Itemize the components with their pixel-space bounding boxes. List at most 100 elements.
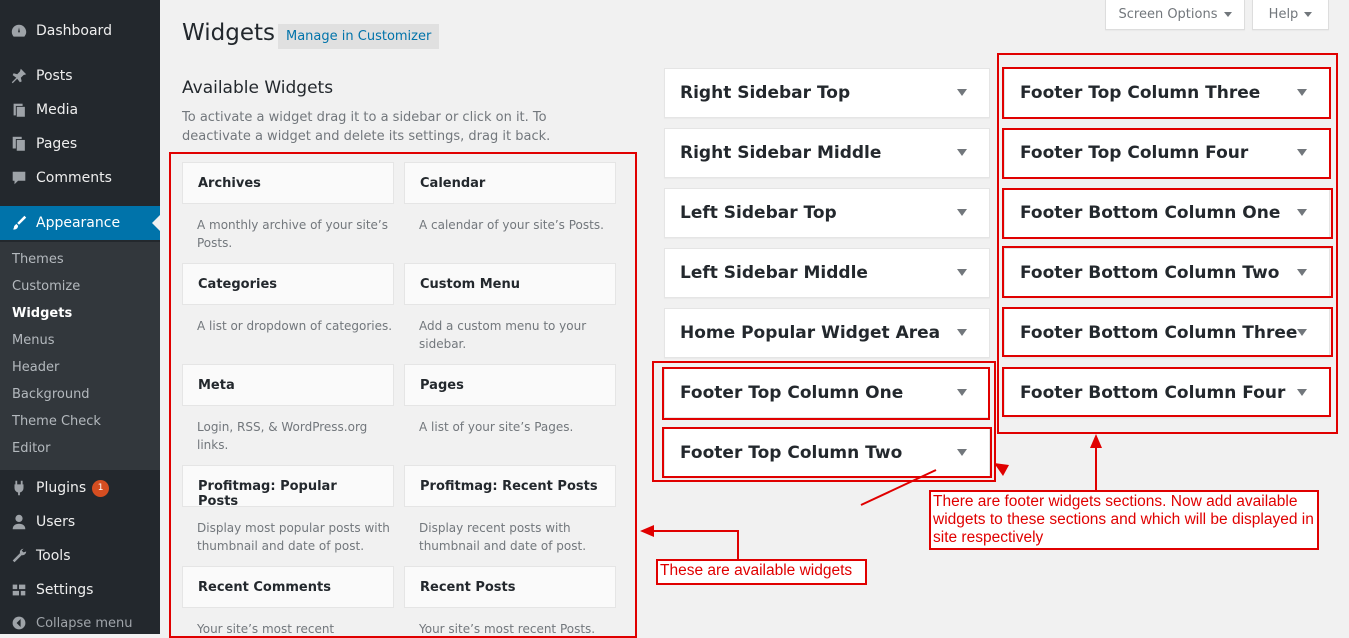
widget-archives[interactable]: Archives (182, 162, 394, 204)
area-title: Footer Top Column Two (680, 443, 903, 463)
area-title: Footer Bottom Column Four (1020, 383, 1286, 403)
area-footer-bottom-column-two[interactable]: Footer Bottom Column Two (1004, 248, 1330, 298)
chevron-down-icon[interactable] (957, 149, 967, 156)
menu-comments[interactable]: Comments (0, 161, 160, 195)
dashboard-icon (9, 21, 29, 41)
appearance-submenu: Themes Customize Widgets Menus Header Ba… (0, 242, 160, 470)
widget-recent-posts-desc: Your site’s most recent Posts. (419, 622, 596, 636)
chevron-down-icon[interactable] (957, 269, 967, 276)
area-home-popular[interactable]: Home Popular Widget Area (664, 308, 990, 358)
area-left-sidebar-top[interactable]: Left Sidebar Top (664, 188, 990, 238)
area-footer-bottom-column-one[interactable]: Footer Bottom Column One (1004, 188, 1330, 238)
area-title: Footer Top Column Four (1020, 143, 1249, 163)
widget-pages[interactable]: Pages (404, 364, 616, 406)
comment-icon (9, 168, 29, 188)
area-footer-bottom-column-three[interactable]: Footer Bottom Column Three (1004, 308, 1330, 358)
menu-media-label: Media (36, 102, 79, 118)
menu-appearance[interactable]: Appearance (0, 206, 160, 240)
area-footer-top-column-three[interactable]: Footer Top Column Three (1004, 68, 1330, 118)
menu-media[interactable]: Media (0, 93, 160, 127)
area-title: Footer Bottom Column Three (1020, 323, 1298, 343)
area-title: Home Popular Widget Area (680, 323, 941, 343)
collapse-icon (9, 613, 29, 633)
area-footer-top-column-two[interactable]: Footer Top Column Two (664, 428, 990, 478)
chevron-down-icon[interactable] (1297, 269, 1307, 276)
submenu-customize[interactable]: Customize (12, 279, 80, 294)
menu-users[interactable]: Users (0, 505, 160, 539)
menu-plugins[interactable]: Plugins 1 (0, 471, 160, 505)
settings-icon (9, 580, 29, 600)
area-footer-bottom-column-four[interactable]: Footer Bottom Column Four (1004, 368, 1330, 418)
widget-pages-desc: A list of your site’s Pages. (419, 420, 574, 434)
menu-tools[interactable]: Tools (0, 539, 160, 573)
help-button[interactable]: Help (1252, 0, 1329, 30)
submenu-theme-check[interactable]: Theme Check (12, 414, 101, 429)
area-left-sidebar-middle[interactable]: Left Sidebar Middle (664, 248, 990, 298)
active-indicator (152, 215, 160, 231)
area-footer-top-column-one[interactable]: Footer Top Column One (664, 368, 990, 418)
chevron-down-icon[interactable] (957, 89, 967, 96)
menu-dashboard[interactable]: Dashboard (0, 14, 160, 48)
area-title: Footer Bottom Column One (1020, 203, 1281, 223)
area-title: Left Sidebar Top (680, 203, 837, 223)
widget-calendar-desc: A calendar of your site’s Posts. (419, 218, 604, 232)
area-footer-top-column-four[interactable]: Footer Top Column Four (1004, 128, 1330, 178)
chevron-down-icon[interactable] (957, 389, 967, 396)
area-title: Footer Top Column One (680, 383, 904, 403)
widget-recent-comments[interactable]: Recent Comments (182, 566, 394, 608)
widget-meta[interactable]: Meta (182, 364, 394, 406)
chevron-down-icon[interactable] (1297, 89, 1307, 96)
chevron-down-icon[interactable] (957, 449, 967, 456)
widget-categories[interactable]: Categories (182, 263, 394, 305)
widget-custom-menu-desc: Add a custom menu to your sidebar. (419, 319, 587, 351)
admin-sidebar: Dashboard Posts Media Pages Comments App… (0, 0, 160, 634)
menu-settings[interactable]: Settings (0, 573, 160, 607)
available-widgets-title: Available Widgets (182, 78, 334, 98)
area-right-sidebar-top[interactable]: Right Sidebar Top (664, 68, 990, 118)
menu-users-label: Users (36, 514, 76, 530)
collapse-menu[interactable]: Collapse menu (0, 610, 160, 636)
area-right-sidebar-middle[interactable]: Right Sidebar Middle (664, 128, 990, 178)
submenu-themes[interactable]: Themes (12, 252, 64, 267)
menu-settings-label: Settings (36, 582, 94, 598)
help-label: Help (1268, 7, 1299, 22)
user-icon (9, 512, 29, 532)
submenu-editor[interactable]: Editor (12, 441, 50, 456)
submenu-widgets[interactable]: Widgets (12, 306, 72, 321)
submenu-menus[interactable]: Menus (12, 333, 54, 348)
widget-recent-comments-desc: Your site’s most recent (197, 622, 335, 636)
submenu-background[interactable]: Background (12, 387, 90, 402)
widget-calendar[interactable]: Calendar (404, 162, 616, 204)
chevron-down-icon[interactable] (1297, 149, 1307, 156)
menu-posts-label: Posts (36, 68, 73, 84)
widget-recent-posts-profitmag[interactable]: Profitmag: Recent Posts (404, 465, 616, 507)
chevron-down-icon (1223, 12, 1232, 17)
submenu-header[interactable]: Header (12, 360, 59, 375)
area-title: Footer Bottom Column Two (1020, 263, 1280, 283)
widget-categories-desc: A list or dropdown of categories. (197, 319, 393, 333)
chevron-down-icon[interactable] (957, 209, 967, 216)
annotation-available-label: These are available widgets (656, 559, 867, 585)
menu-posts[interactable]: Posts (0, 59, 160, 93)
available-widgets-description: To activate a widget drag it to a sideba… (182, 110, 551, 144)
chevron-down-icon[interactable] (1297, 209, 1307, 216)
widget-archives-desc: A monthly archive of your site’s Posts. (197, 218, 388, 250)
manage-in-customizer-button[interactable]: Manage in Customizer (278, 24, 440, 49)
menu-pages[interactable]: Pages (0, 127, 160, 161)
pages-icon (9, 134, 29, 154)
screen-options-label: Screen Options (1118, 7, 1218, 22)
chevron-down-icon[interactable] (1297, 389, 1307, 396)
widget-popular-posts[interactable]: Profitmag: Popular Posts (182, 465, 394, 509)
screen-options-button[interactable]: Screen Options (1105, 0, 1245, 30)
widget-popular-posts-desc: Display most popular posts with thumbnai… (197, 521, 390, 553)
widget-custom-menu[interactable]: Custom Menu (404, 263, 616, 305)
paintbrush-icon (9, 213, 29, 233)
menu-pages-label: Pages (36, 136, 78, 152)
menu-appearance-label: Appearance (36, 215, 121, 231)
chevron-down-icon[interactable] (957, 329, 967, 336)
media-icon (9, 100, 29, 120)
collapse-menu-label: Collapse menu (36, 615, 133, 631)
chevron-down-icon[interactable] (1297, 329, 1307, 336)
area-title: Left Sidebar Middle (680, 263, 868, 283)
widget-recent-posts[interactable]: Recent Posts (404, 566, 616, 608)
